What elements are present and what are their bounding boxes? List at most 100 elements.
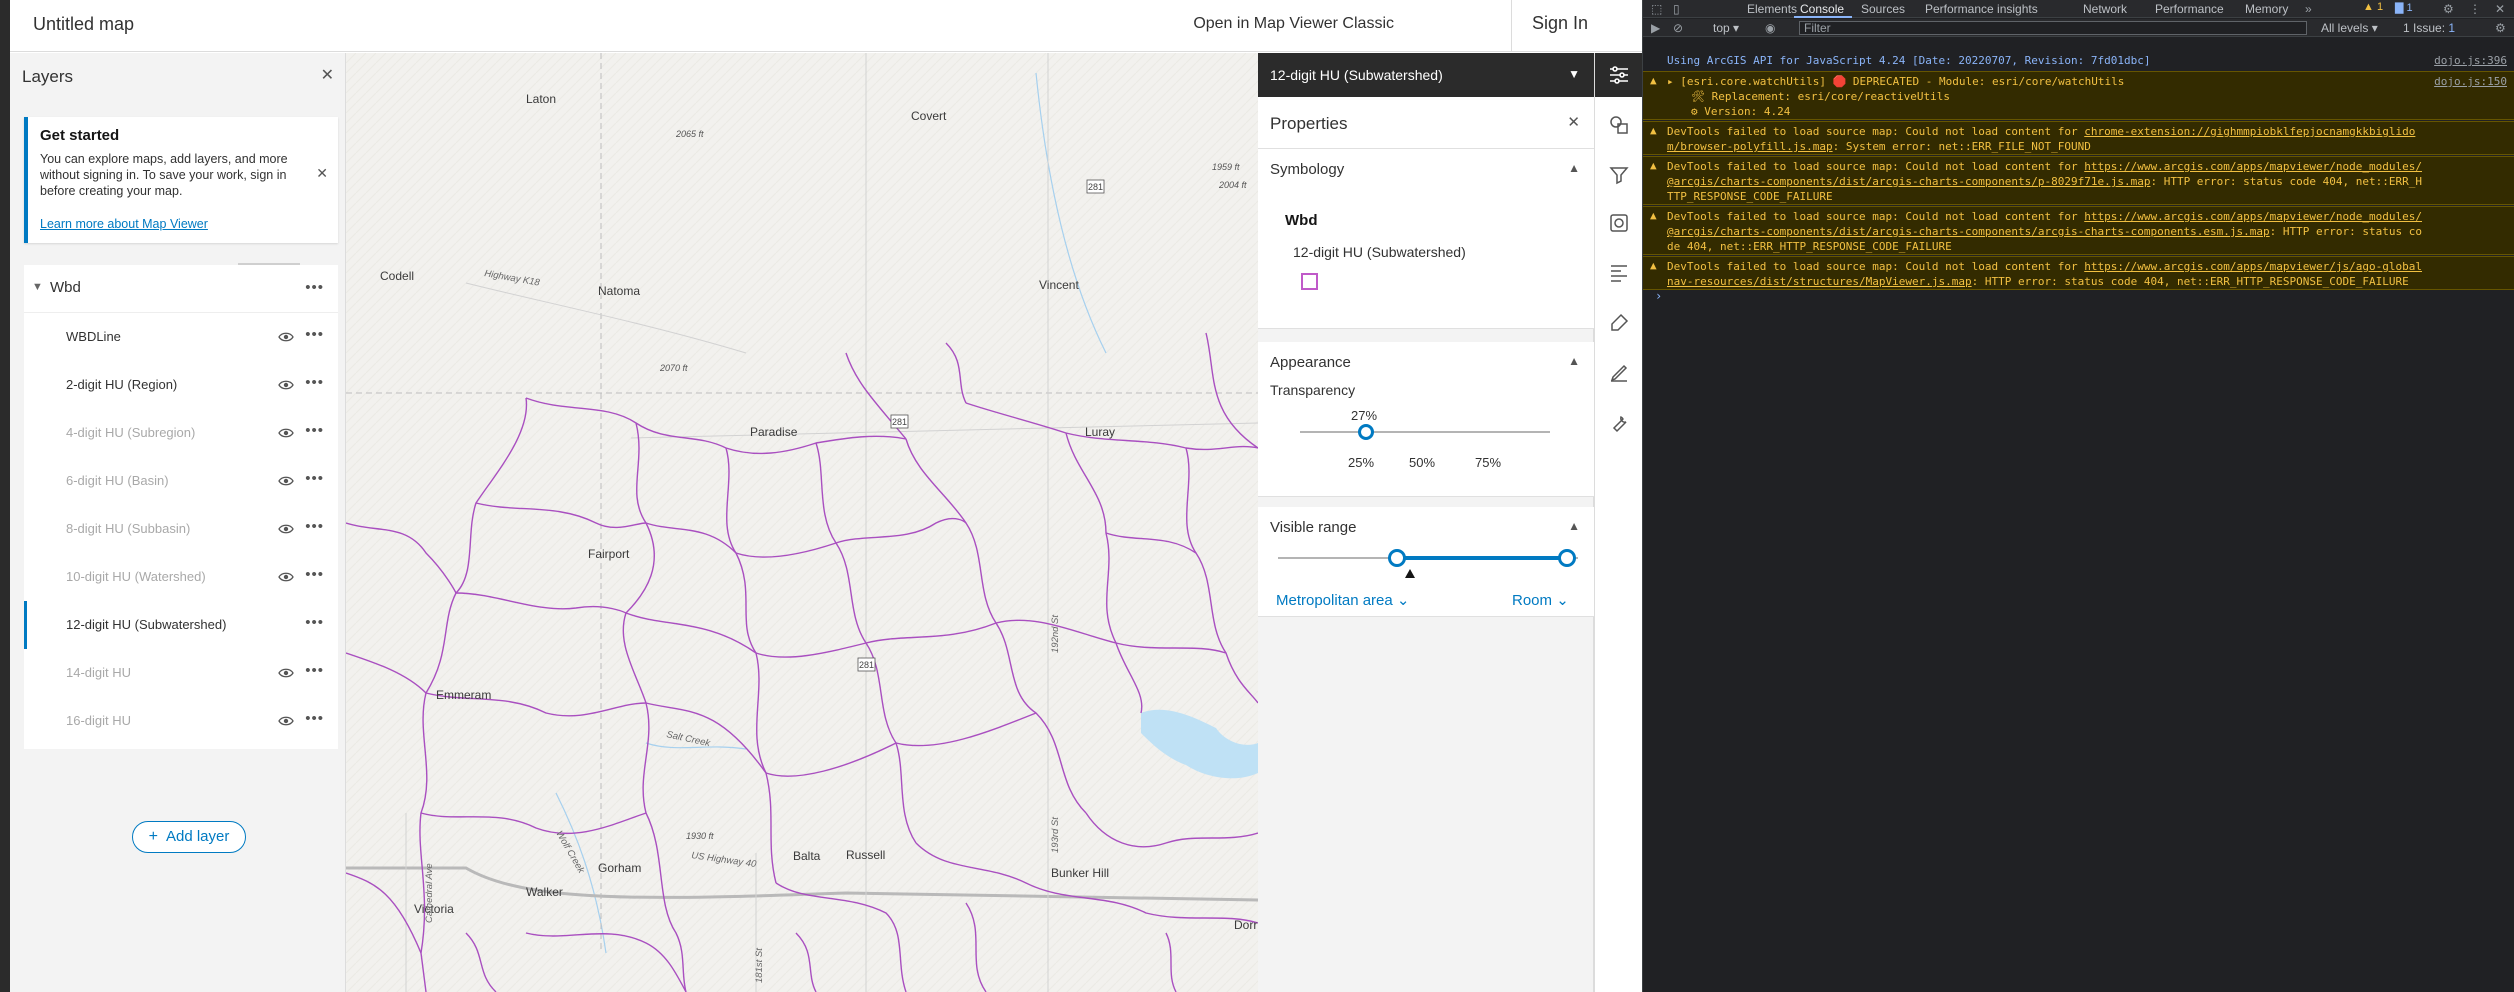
more-options-icon[interactable]: ••• bbox=[305, 614, 324, 631]
more-options-icon[interactable]: ••• bbox=[305, 518, 324, 535]
learn-more-link[interactable]: Learn more about Map Viewer bbox=[40, 217, 208, 231]
add-layer-button[interactable]: + Add layer bbox=[132, 821, 246, 853]
layer-row[interactable]: 14-digit HU ••• bbox=[24, 649, 338, 697]
layer-row[interactable]: 16-digit HU ••• bbox=[24, 697, 338, 745]
visible-range-min-thumb[interactable] bbox=[1388, 549, 1406, 567]
messages-badge[interactable]: ▇ 1 bbox=[2395, 1, 2413, 14]
transparency-value: 27% bbox=[1351, 408, 1378, 423]
visibility-eye-icon[interactable] bbox=[278, 522, 294, 534]
visibility-eye-icon[interactable] bbox=[278, 714, 294, 726]
context-select[interactable]: top ▾ bbox=[1713, 21, 1739, 35]
more-options-icon[interactable]: ••• bbox=[305, 710, 324, 727]
layer-row[interactable]: 4-digit HU (Subregion) ••• bbox=[24, 409, 338, 457]
visible-range-max-thumb[interactable] bbox=[1558, 549, 1576, 567]
screen: Untitled map Open in Map Viewer Classic … bbox=[0, 0, 2514, 992]
visible-range-title[interactable]: Visible range bbox=[1270, 519, 1356, 536]
close-icon[interactable]: ✕ bbox=[321, 65, 334, 85]
source-link[interactable]: dojo.js:396 bbox=[2434, 53, 2507, 68]
tab-performance-insights[interactable]: Performance insights bbox=[1925, 2, 2038, 16]
more-options-icon[interactable]: ••• bbox=[305, 470, 324, 487]
chevron-up-icon[interactable]: ▲ bbox=[1568, 161, 1580, 175]
configure-icon[interactable] bbox=[1607, 411, 1631, 435]
edit-icon[interactable] bbox=[1607, 361, 1631, 385]
sign-in-button[interactable]: Sign In bbox=[1532, 13, 1588, 34]
layer-row[interactable]: 2-digit HU (Region) ••• bbox=[24, 361, 338, 409]
chevron-down-icon[interactable]: ▼ bbox=[32, 281, 43, 293]
more-options-icon[interactable]: ••• bbox=[305, 662, 324, 679]
selected-layer-bar[interactable]: 12-digit HU (Subwatershed) ▼ bbox=[1258, 53, 1594, 97]
more-options-icon[interactable]: ••• bbox=[305, 566, 324, 583]
warnings-badge[interactable]: ▲ 1 bbox=[2363, 1, 2383, 13]
layer-row[interactable]: 12-digit HU (Subwatershed) ••• bbox=[24, 601, 338, 649]
window-edge bbox=[0, 0, 10, 992]
symbology-title[interactable]: Symbology bbox=[1270, 161, 1344, 178]
appearance-title[interactable]: Appearance bbox=[1270, 354, 1351, 371]
clear-console-icon[interactable]: ⊘ bbox=[1673, 21, 1683, 35]
labels-icon[interactable] bbox=[1607, 261, 1631, 285]
tab-console[interactable]: Console bbox=[1800, 2, 1844, 16]
tab-memory[interactable]: Memory bbox=[2245, 2, 2288, 16]
tab-sources[interactable]: Sources bbox=[1861, 2, 1905, 16]
place-label: Laton bbox=[526, 92, 556, 106]
layer-row[interactable]: 6-digit HU (Basin) ••• bbox=[24, 457, 338, 505]
tab-performance[interactable]: Performance bbox=[2155, 2, 2224, 16]
visibility-eye-icon[interactable] bbox=[278, 426, 294, 438]
place-label: Fairport bbox=[588, 547, 630, 561]
tab-elements[interactable]: Elements bbox=[1747, 2, 1797, 16]
layer-row[interactable]: 8-digit HU (Subbasin) ••• bbox=[24, 505, 338, 553]
plus-icon: + bbox=[148, 828, 158, 845]
more-options-icon[interactable]: ••• bbox=[305, 279, 324, 296]
transparency-slider-thumb[interactable] bbox=[1358, 424, 1374, 440]
console-message-text: DevTools failed to load source map: Coul… bbox=[1667, 259, 2427, 289]
messages-count: 1 bbox=[2406, 2, 2413, 14]
more-options-icon[interactable]: ⋮ bbox=[2469, 2, 2481, 16]
visibility-eye-icon[interactable] bbox=[278, 666, 294, 678]
max-scale-select[interactable]: Room ⌄ bbox=[1512, 591, 1569, 609]
close-icon[interactable]: ✕ bbox=[316, 165, 328, 182]
styles-icon[interactable] bbox=[1607, 113, 1631, 137]
console-prompt[interactable]: › bbox=[1655, 289, 1662, 303]
gear-icon[interactable]: ⚙ bbox=[2443, 2, 2454, 16]
close-icon[interactable]: ✕ bbox=[2495, 2, 2505, 16]
min-scale-select[interactable]: Metropolitan area ⌄ bbox=[1276, 591, 1409, 609]
close-icon[interactable]: ✕ bbox=[1567, 113, 1580, 131]
filter-icon[interactable] bbox=[1607, 163, 1631, 187]
inspect-icon[interactable]: ⬚ bbox=[1651, 2, 1662, 16]
warning-icon: ▲ bbox=[1650, 209, 1657, 222]
layer-group-wbd[interactable]: ▼ Wbd ••• bbox=[24, 265, 338, 313]
route-shield-label: 281 bbox=[892, 417, 907, 427]
visibility-eye-icon[interactable] bbox=[278, 330, 294, 342]
effects-icon[interactable] bbox=[1607, 211, 1631, 235]
map-title[interactable]: Untitled map bbox=[33, 14, 134, 35]
place-label: Russell bbox=[846, 848, 885, 862]
more-tabs-icon[interactable]: » bbox=[2305, 2, 2312, 16]
open-classic-link[interactable]: Open in Map Viewer Classic bbox=[1193, 15, 1394, 33]
sidebar-toggle-icon[interactable]: ▶ bbox=[1651, 21, 1660, 35]
more-options-icon[interactable]: ••• bbox=[305, 326, 324, 343]
layer-row[interactable]: WBDLine ••• bbox=[24, 313, 338, 361]
transparency-slider-track[interactable] bbox=[1300, 431, 1550, 433]
chevron-down-icon[interactable]: ▼ bbox=[1568, 67, 1580, 81]
visibility-eye-icon[interactable] bbox=[278, 474, 294, 486]
device-toolbar-icon[interactable]: ▯ bbox=[1673, 2, 1680, 16]
console-filter-input[interactable] bbox=[1799, 21, 2307, 35]
symbol-swatch[interactable] bbox=[1301, 273, 1318, 290]
chevron-up-icon[interactable]: ▲ bbox=[1568, 354, 1580, 368]
chevron-up-icon[interactable]: ▲ bbox=[1568, 519, 1580, 533]
tab-network[interactable]: Network bbox=[2083, 2, 2127, 16]
visibility-eye-icon[interactable] bbox=[278, 570, 294, 582]
more-options-icon[interactable]: ••• bbox=[305, 422, 324, 439]
settings-toolbar bbox=[1594, 53, 1643, 992]
eye-icon[interactable]: ◉ bbox=[1765, 21, 1775, 35]
map-view[interactable]: 281 281 281 Laton Covert Codell Natoma V… bbox=[346, 53, 1258, 992]
layer-row[interactable]: 10-digit HU (Watershed) ••• bbox=[24, 553, 338, 601]
place-label: Dorr bbox=[1234, 918, 1257, 932]
gear-icon[interactable]: ⚙ bbox=[2495, 21, 2506, 35]
log-levels-select[interactable]: All levels ▾ bbox=[2321, 21, 2378, 35]
properties-icon[interactable] bbox=[1607, 63, 1631, 87]
source-link[interactable]: dojo.js:150 bbox=[2434, 74, 2507, 89]
more-options-icon[interactable]: ••• bbox=[305, 374, 324, 391]
visibility-eye-icon[interactable] bbox=[278, 378, 294, 390]
issues-button[interactable]: 1 Issue: 1 bbox=[2403, 21, 2455, 35]
popups-icon[interactable] bbox=[1607, 311, 1631, 335]
